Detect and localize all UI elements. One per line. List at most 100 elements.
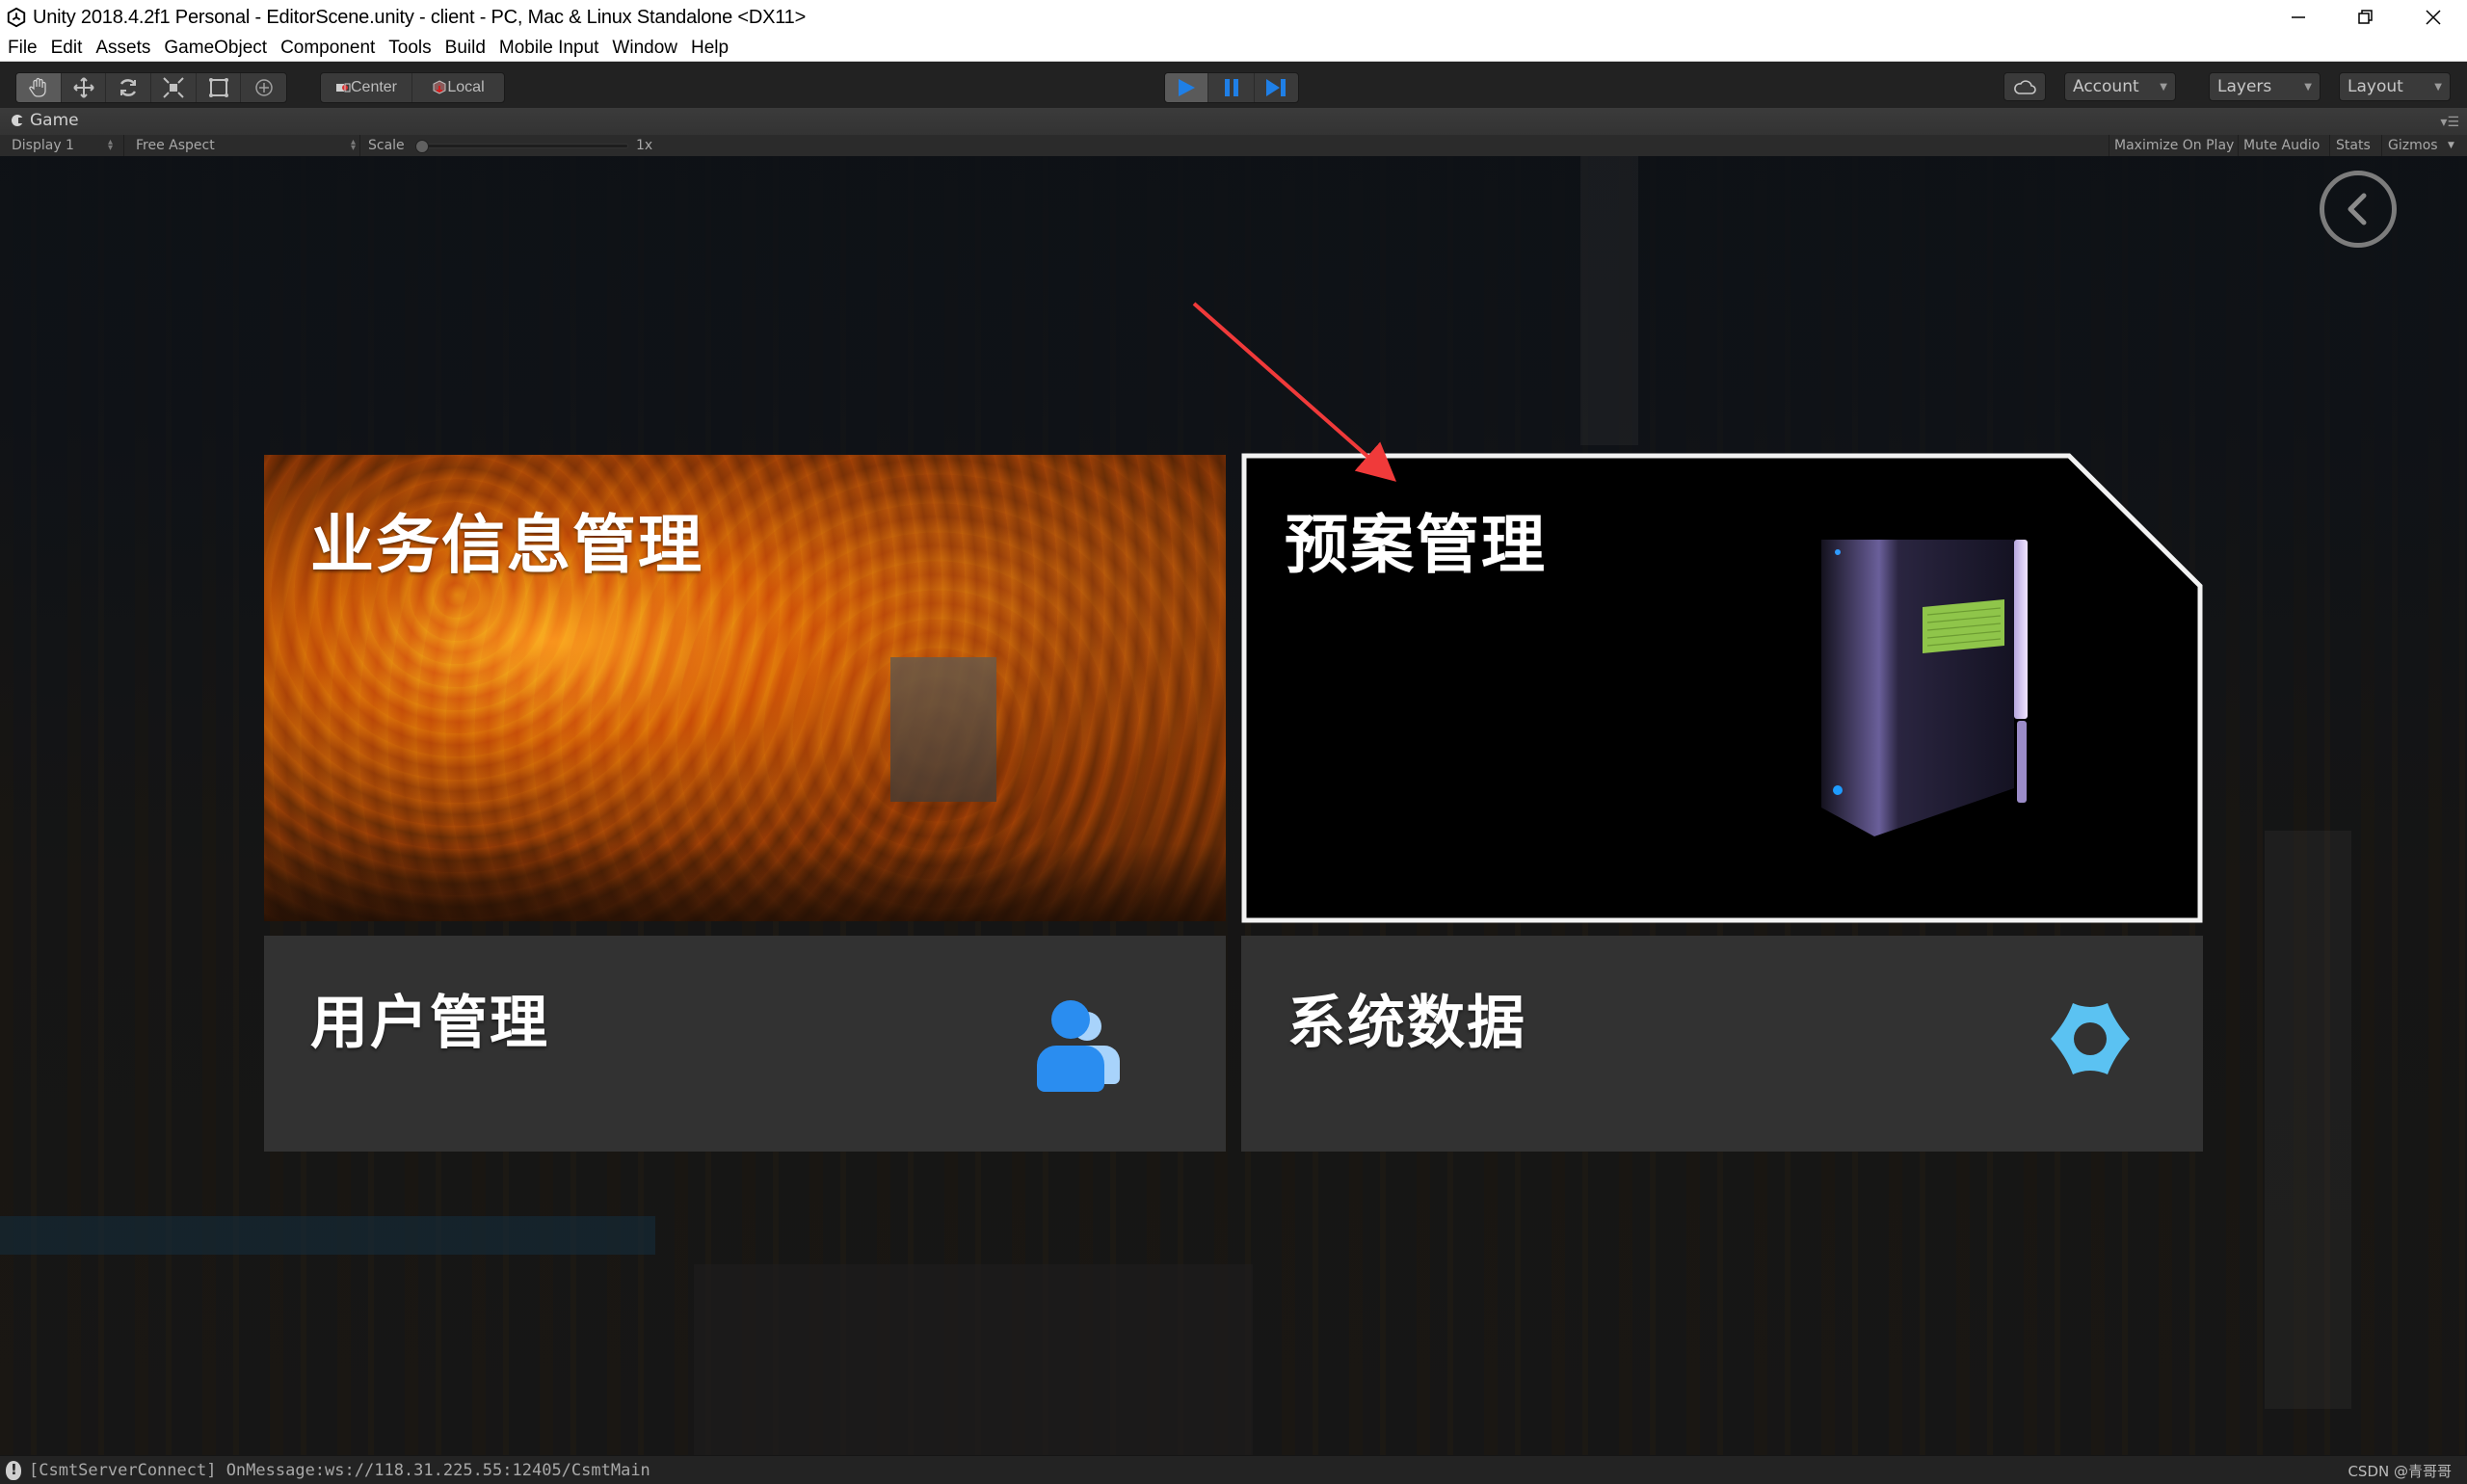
- gizmos-toggle[interactable]: Gizmos: [2388, 135, 2438, 156]
- rotate-tool-button[interactable]: [106, 73, 152, 102]
- pivot-center-icon: [335, 83, 351, 93]
- divider: [2329, 135, 2330, 156]
- rotate-icon: [120, 79, 137, 96]
- display-select[interactable]: Display 1 ▴ ▾: [12, 135, 113, 156]
- game-tab-icon: [12, 115, 24, 126]
- menu-tools[interactable]: Tools: [388, 38, 431, 59]
- chevron-down-icon: ▼: [2434, 81, 2442, 93]
- restore-button[interactable]: [2332, 0, 2400, 35]
- fire-image-shade: [264, 844, 1226, 921]
- updown-icon: ▴ ▾: [107, 137, 113, 153]
- scale-label: Scale: [368, 138, 405, 153]
- menu-mobile-input[interactable]: Mobile Input: [499, 38, 599, 59]
- menu-help[interactable]: Help: [691, 38, 729, 59]
- move-tool-button[interactable]: [62, 73, 107, 102]
- transform-tool-button[interactable]: [241, 73, 286, 102]
- collab-cloud-button[interactable]: [2003, 72, 2046, 101]
- scale-value: 1x: [636, 138, 653, 153]
- gizmos-dropdown-icon[interactable]: ▼: [2448, 135, 2454, 156]
- transform-icon: [254, 79, 273, 96]
- pivot-mode-button[interactable]: Center: [321, 73, 412, 102]
- transform-tools: [15, 72, 287, 103]
- console-status-bar[interactable]: [CsmtServerConnect] OnMessage:ws://118.3…: [0, 1455, 2467, 1484]
- playback-controls: [1164, 72, 1299, 103]
- close-icon: [2426, 10, 2441, 25]
- gear-icon: [2051, 1003, 2130, 1074]
- title-bar: Unity 2018.4.2f1 Personal - EditorScene.…: [0, 0, 2467, 35]
- menu-assets[interactable]: Assets: [95, 38, 150, 59]
- menu-edit[interactable]: Edit: [51, 38, 83, 59]
- background-structure: [694, 1264, 1253, 1455]
- unity-logo-icon: [7, 7, 26, 28]
- layers-label: Layers: [2217, 77, 2272, 96]
- pivot-rotation-label: Local: [447, 79, 485, 95]
- card-title: 业务信息管理: [310, 508, 703, 582]
- game-panel-header: Game ▾☰: [0, 108, 2467, 135]
- card-user-management[interactable]: 用户管理: [264, 936, 1226, 1152]
- panel-menu-icon[interactable]: ▾☰: [2440, 114, 2459, 130]
- users-icon: [1037, 1000, 1120, 1092]
- play-icon: [1179, 79, 1196, 96]
- menu-window[interactable]: Window: [612, 38, 677, 59]
- card-plan-management[interactable]: 预案管理: [1241, 453, 2203, 923]
- aspect-select[interactable]: Free Aspect ▴ ▾: [136, 135, 356, 156]
- scale-slider[interactable]: [415, 140, 628, 153]
- pivot-rotation-button[interactable]: Local: [412, 73, 504, 102]
- status-message: [CsmtServerConnect] OnMessage:ws://118.3…: [29, 1460, 650, 1480]
- info-icon: [6, 1460, 21, 1480]
- back-button[interactable]: [2320, 171, 2397, 248]
- account-dropdown[interactable]: Account ▼: [2064, 72, 2176, 101]
- scale-icon: [163, 77, 184, 98]
- hand-tool-button[interactable]: [16, 73, 62, 102]
- background-structure: [0, 1216, 655, 1255]
- menu-component[interactable]: Component: [280, 38, 375, 59]
- card-title: 用户管理: [310, 990, 549, 1057]
- card-business-info[interactable]: 业务信息管理: [264, 455, 1226, 921]
- mute-audio-toggle[interactable]: Mute Audio: [2243, 135, 2320, 156]
- step-button[interactable]: [1255, 73, 1298, 102]
- game-view-toolbar: Display 1 ▴ ▾ Free Aspect ▴ ▾ Scale 1x Max…: [0, 135, 2467, 156]
- window-controls: [2265, 0, 2467, 35]
- server-icon: [1821, 540, 2028, 836]
- pivot-local-icon: [433, 80, 446, 94]
- layers-dropdown[interactable]: Layers ▼: [2209, 72, 2321, 101]
- aspect-label: Free Aspect: [136, 138, 215, 153]
- background-structure: [1580, 156, 1638, 445]
- window-title: Unity 2018.4.2f1 Personal - EditorScene.…: [33, 6, 807, 28]
- rect-icon: [208, 78, 228, 97]
- close-button[interactable]: [2400, 0, 2467, 35]
- menu-build[interactable]: Build: [445, 38, 486, 59]
- pause-icon: [1224, 79, 1238, 96]
- scale-tool-button[interactable]: [151, 73, 197, 102]
- game-viewport: 业务信息管理 预案管理 用户管理 系统数据: [0, 156, 2467, 1455]
- display-label: Display 1: [12, 138, 74, 153]
- pivot-controls: Center Local: [320, 72, 505, 103]
- pause-button[interactable]: [1208, 73, 1255, 102]
- tab-game[interactable]: Game: [12, 111, 79, 130]
- hand-icon: [29, 77, 46, 97]
- watermark: CSDN @青哥哥: [2348, 1463, 2452, 1480]
- menu-gameobject[interactable]: GameObject: [164, 38, 267, 59]
- chevron-left-icon: [2348, 193, 2367, 225]
- step-icon: [1266, 79, 1287, 96]
- chevron-down-icon: ▼: [2304, 81, 2312, 93]
- rect-tool-button[interactable]: [197, 73, 242, 102]
- maximize-on-play-toggle[interactable]: Maximize On Play: [2114, 135, 2234, 156]
- card-title: 系统数据: [1287, 990, 1526, 1057]
- divider: [359, 135, 360, 156]
- cloud-icon: [2014, 80, 2036, 94]
- game-tab-label: Game: [30, 111, 79, 130]
- restore-icon: [2358, 10, 2373, 24]
- main-toolbar: Center Local Account ▼ Layers ▼ Layout ▼: [0, 62, 2467, 108]
- divider: [2381, 135, 2382, 156]
- card-system-data[interactable]: 系统数据: [1241, 936, 2203, 1152]
- minimize-button[interactable]: [2265, 0, 2332, 35]
- unity-editor-window: Unity 2018.4.2f1 Personal - EditorScene.…: [0, 0, 2467, 1484]
- stats-toggle[interactable]: Stats: [2336, 135, 2371, 156]
- layout-label: Layout: [2348, 77, 2403, 96]
- menu-file[interactable]: File: [8, 38, 38, 59]
- play-button[interactable]: [1165, 73, 1209, 102]
- scale-slider-thumb[interactable]: [415, 140, 429, 153]
- layout-dropdown[interactable]: Layout ▼: [2339, 72, 2451, 101]
- menu-bar: File Edit Assets GameObject Component To…: [0, 35, 2467, 62]
